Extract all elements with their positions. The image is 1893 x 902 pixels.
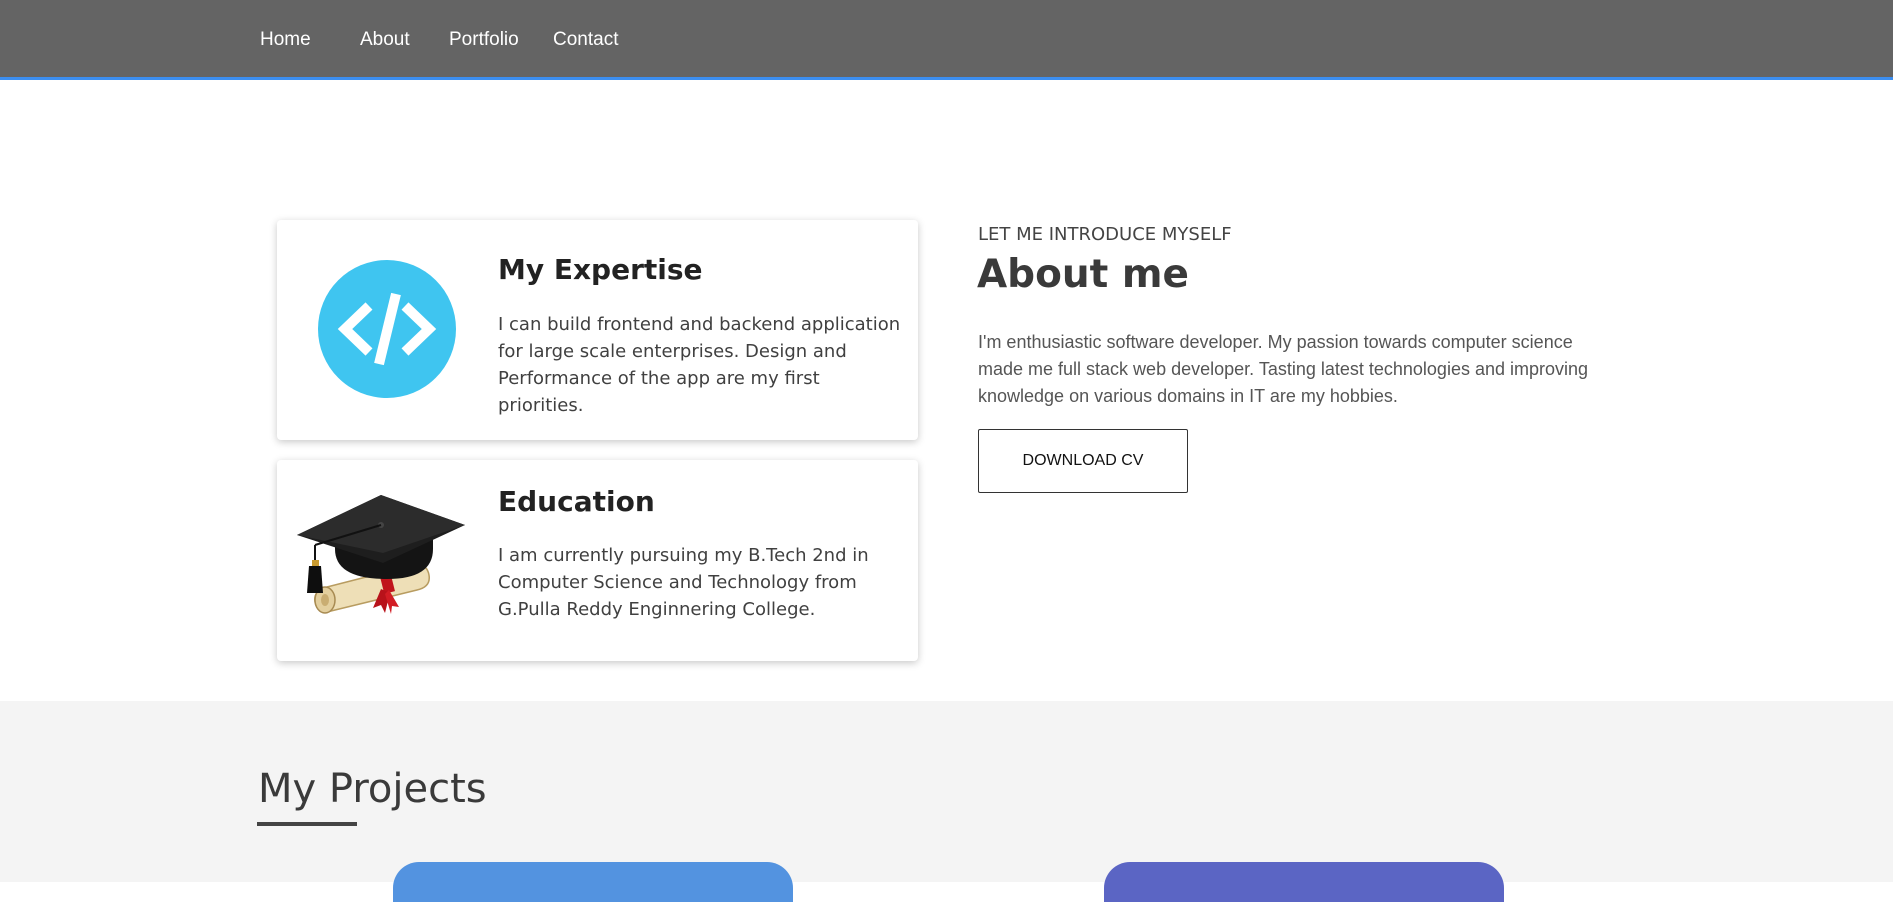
projects-title: My Projects bbox=[258, 766, 487, 812]
education-text: I am currently pursuing my B.Tech 2nd in… bbox=[498, 545, 869, 620]
nav-link-about[interactable]: About bbox=[360, 29, 410, 51]
nav-link-portfolio[interactable]: Portfolio bbox=[449, 29, 519, 51]
expertise-card: My Expertise I can build frontend and ba… bbox=[277, 220, 918, 440]
intro-text: LET ME INTRODUCE MYSELF bbox=[978, 224, 1232, 245]
project-card[interactable] bbox=[1104, 862, 1504, 902]
project-card[interactable] bbox=[393, 862, 793, 902]
top-navbar: Home About Portfolio Contact bbox=[0, 0, 1893, 80]
education-title: Education bbox=[498, 485, 655, 518]
expertise-title: My Expertise bbox=[498, 253, 703, 286]
about-title: About me bbox=[977, 252, 1189, 297]
expertise-text: I can build frontend and backend applica… bbox=[498, 314, 901, 416]
nav-link-home[interactable]: Home bbox=[260, 29, 311, 51]
projects-section: My Projects bbox=[0, 701, 1893, 902]
graduation-cap-icon bbox=[297, 495, 465, 614]
projects-title-underline bbox=[257, 822, 357, 826]
code-icon bbox=[318, 260, 456, 398]
nav-link-contact[interactable]: Contact bbox=[553, 29, 618, 51]
education-card: Education I am currently pursuing my B.T… bbox=[277, 460, 918, 661]
about-description: I'm enthusiastic software developer. My … bbox=[978, 332, 1589, 406]
download-cv-button[interactable]: DOWNLOAD CV bbox=[978, 429, 1188, 493]
